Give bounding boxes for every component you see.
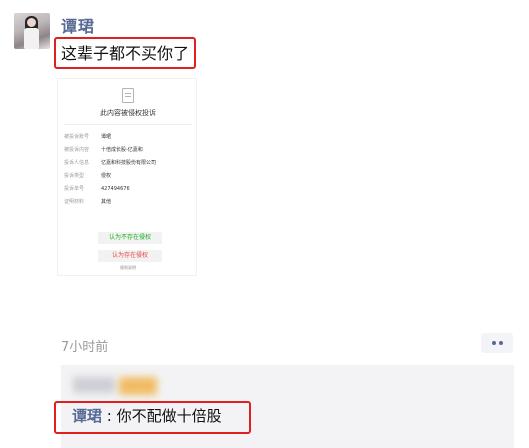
annotation-box-post [54,37,196,69]
post-time: 7小时前 [61,340,109,355]
info-label: 投诉类型 [64,173,85,179]
dot-icon [499,341,503,345]
info-label: 被投诉账号 [64,134,90,140]
info-value: 427494676 [101,186,130,192]
info-row: 投诉人信息 亿嘉和科技股份有限公司 [64,159,156,166]
info-row: 被投诉账号 谭珺 [64,133,111,140]
info-label: 证明材料 [64,199,85,205]
avatar-face [27,18,36,27]
info-label: 被投诉内容 [64,147,90,153]
more-options-button[interactable] [481,333,513,353]
info-value: 其他 [101,199,112,205]
info-value: 亿嘉和科技股份有限公司 [101,160,157,166]
document-icon [122,88,134,103]
rules-link[interactable]: 规则说明 [58,265,198,271]
blurred-like-icon [119,377,157,395]
info-label: 投诉单号 [64,186,85,192]
post-username[interactable]: 谭珺 [61,13,95,37]
card-title: 此内容被侵权投诉 [100,109,156,117]
card-divider [64,124,192,125]
info-label: 投诉人信息 [64,160,90,166]
info-value: 侵权 [101,173,112,179]
avatar[interactable] [14,13,50,49]
blurred-avatar [73,377,115,393]
info-row: 投诉单号 427494676 [64,185,130,192]
info-value: 十倍成长股-亿嘉和 [101,147,143,153]
not-infringe-button[interactable]: 认为不存在侵权 [98,232,162,244]
info-row: 证明材料 其他 [64,198,111,205]
dot-icon [492,341,496,345]
annotation-box-comment [54,401,251,434]
infringe-button[interactable]: 认为存在侵权 [98,250,162,262]
complaint-card[interactable]: 此内容被侵权投诉 被投诉账号 谭珺 被投诉内容 十倍成长股-亿嘉和 投诉人信息 亿嘉和… [57,78,197,276]
info-row: 被投诉内容 十倍成长股-亿嘉和 [64,146,143,153]
info-row: 投诉类型 侵权 [64,172,111,179]
avatar-dress [24,28,39,49]
info-value: 谭珺 [101,134,112,140]
